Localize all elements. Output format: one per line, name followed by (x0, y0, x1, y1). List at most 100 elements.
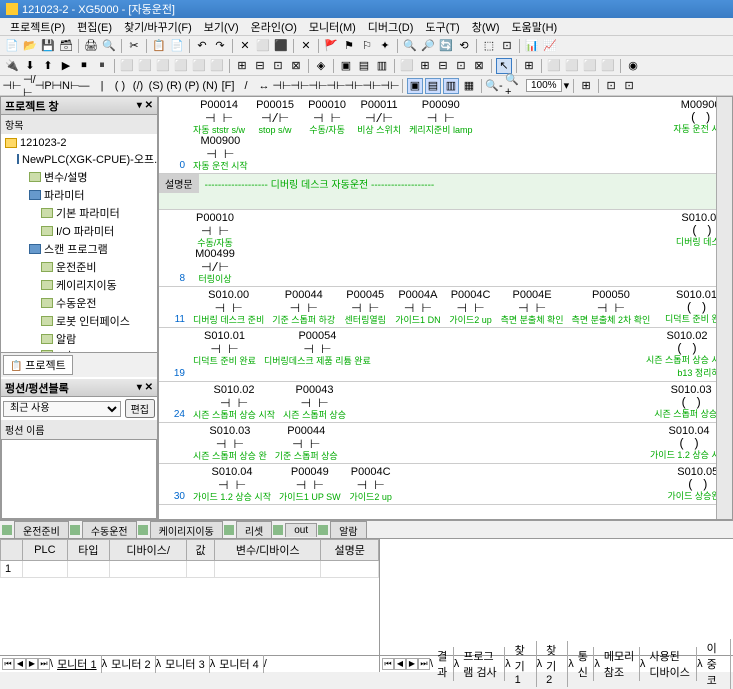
ladder-rung[interactable]: 30S010.04⊣ ⊢가이드 1.2 상승 시작P00049⊣ ⊢가이드1 U… (159, 464, 732, 505)
tree-item[interactable]: 로봇 인터페이스 (3, 312, 155, 330)
star-icon[interactable]: ✦ (377, 38, 393, 54)
menu-help[interactable]: 도움말(H) (506, 17, 564, 37)
print-icon[interactable]: 🖨 (83, 38, 99, 54)
view-icon[interactable]: ▦ (461, 78, 477, 94)
doc-tab[interactable]: 알람 (330, 521, 366, 539)
doc-tab[interactable]: 수동운전 (82, 521, 137, 539)
ladder-rung[interactable]: 설명문------------------- 디버링 데스크 자동운전 ----… (159, 174, 732, 210)
menu-project[interactable]: 프로젝트(P) (4, 17, 71, 37)
tool-icon[interactable]: ⊣⊢ (364, 78, 380, 94)
result-tab[interactable]: 이중 코 (703, 639, 731, 689)
ladder-rung[interactable]: 11S010.00⊣ ⊢디버링 데스크 준비P00044⊣ ⊢기준 스톱퍼 하강… (159, 287, 732, 328)
contact[interactable]: P00044⊣ ⊢기준 스톱퍼 하강 (272, 289, 335, 325)
tool-icon[interactable]: ⊣⊢ (382, 78, 398, 94)
ladder-rung[interactable]: S010.03⊣ ⊢시즌 스톱퍼 상승 완P00044⊣ ⊢기준 스톱퍼 상승S… (159, 423, 732, 464)
contact[interactable]: P00090⊣ ⊢케리지준비 lamp (409, 99, 472, 135)
contact[interactable]: P00045⊣ ⊢센터링열림 (343, 289, 387, 325)
cursor-icon[interactable]: ↖ (496, 58, 512, 74)
zoom-out-icon[interactable]: 🔍- (486, 78, 502, 94)
not-icon[interactable]: / (238, 78, 254, 94)
edit-button[interactable]: 편집 (125, 399, 155, 418)
undo-icon[interactable]: ↶ (194, 38, 210, 54)
tool-icon[interactable]: ⊟ (252, 58, 268, 74)
ladder-rung[interactable]: 8P00010⊣ ⊢수동/자동S010.00( )디버링 데스크M00499⊣/… (159, 210, 732, 287)
tool-icon[interactable]: 📈 (542, 38, 558, 54)
contact[interactable]: P00044⊣ ⊢기준 스톱퍼 상승 (275, 425, 338, 461)
tool-icon[interactable]: ▣ (338, 58, 354, 74)
tool-icon[interactable]: ⊣⊢ (292, 78, 308, 94)
contact[interactable]: P0004C⊣ ⊢가이드2 up (449, 289, 493, 325)
tree-item[interactable]: 수동운전 (3, 294, 155, 312)
tool-icon[interactable]: ⬜ (119, 58, 135, 74)
tool-icon[interactable]: ⬜ (173, 58, 189, 74)
tool-icon[interactable]: ⬜ (255, 38, 271, 54)
saveall-icon[interactable]: 🗃 (58, 38, 74, 54)
contact[interactable]: P00010⊣ ⊢수동/자동 (193, 212, 237, 248)
menu-find[interactable]: 찾기/바꾸기(F) (118, 17, 198, 37)
contact[interactable]: S010.03⊣ ⊢시즌 스톱퍼 상승 완 (193, 425, 267, 461)
table-header[interactable]: 변수/디바이스 (215, 540, 321, 561)
project-tab[interactable]: 📋 프로젝트 (3, 355, 73, 375)
upload-icon[interactable]: ⬆ (40, 58, 56, 74)
tool-icon[interactable]: ⊞ (578, 78, 594, 94)
tree-item[interactable]: 알람 (3, 330, 155, 348)
tab-first-icon[interactable]: ⏮ (382, 658, 394, 670)
result-tab[interactable]: 통신 (574, 647, 595, 681)
find-icon[interactable]: 🔍 (402, 38, 418, 54)
contact[interactable]: S010.00⊣ ⊢디버링 데스크 준비 (193, 289, 264, 325)
scrollbar-vertical[interactable] (716, 97, 732, 519)
menu-window[interactable]: 창(W) (466, 17, 506, 37)
view-icon[interactable]: ▣ (407, 78, 423, 94)
ext-icon[interactable]: ↔ (256, 78, 272, 94)
monitor-tab[interactable]: 모니터 4 (215, 655, 264, 673)
tree-item[interactable]: I/O 파라미터 (3, 222, 155, 240)
doc-tab[interactable]: 운전준비 (14, 521, 69, 539)
open-icon[interactable]: 📂 (22, 38, 38, 54)
window-icon[interactable]: ⊟ (435, 58, 451, 74)
menu-debug[interactable]: 디버그(D) (362, 17, 420, 37)
ladder-rung[interactable]: 19S010.01⊣ ⊢디덕트 준비 완료P00054⊣ ⊢디버링데스크 제품 … (159, 328, 732, 382)
doc-tab[interactable]: out (285, 523, 317, 537)
tool-icon[interactable]: ⬚ (481, 38, 497, 54)
contact-branch[interactable]: M00499⊣/⊢터링이상 (193, 248, 237, 284)
doc-tab[interactable]: 리셋 (236, 521, 272, 539)
contact-n-icon[interactable]: ⊣N⊢ (58, 78, 74, 94)
tree-item[interactable]: 변수/설명 (3, 168, 155, 186)
view-icon[interactable]: ▥ (443, 78, 459, 94)
ladder-editor[interactable]: 0P00014⊣ ⊢자동 ststr s/wP00015⊣/⊢stop s/wP… (158, 96, 733, 520)
hline-icon[interactable]: — (76, 78, 92, 94)
table-header[interactable]: 디바이스/ (110, 540, 187, 561)
flag-icon[interactable]: ⚐ (359, 38, 375, 54)
coil-r-icon[interactable]: (R) (166, 78, 182, 94)
result-tab[interactable]: 찾기 1 (511, 641, 537, 687)
tool-icon[interactable]: ◉ (625, 58, 641, 74)
tool-icon[interactable]: ⊣⊢ (346, 78, 362, 94)
function-list[interactable] (1, 439, 157, 519)
contact[interactable]: S010.02⊣ ⊢시즌 스톱퍼 상승 시작 (193, 384, 275, 420)
func-icon[interactable]: [F] (220, 78, 236, 94)
tool-icon[interactable]: ⬜ (209, 58, 225, 74)
tree-item[interactable]: NewPLC(XGK-CPUE)-오프... (3, 150, 155, 168)
tab-next-icon[interactable]: ▶ (406, 658, 418, 670)
replace-icon[interactable]: 🔄 (438, 38, 454, 54)
contact[interactable]: P00015⊣/⊢stop s/w (253, 99, 297, 135)
contact[interactable]: P00049⊣ ⊢가이드1 UP SW (279, 466, 341, 502)
tab-prev-icon[interactable]: ◀ (394, 658, 406, 670)
contact[interactable]: P00011⊣/⊢비상 스위치 (357, 99, 401, 135)
table-header[interactable]: 타입 (67, 540, 110, 561)
tab-next-icon[interactable]: ▶ (26, 658, 38, 670)
contact[interactable]: P0004C⊣ ⊢가이드2 up (349, 466, 393, 502)
new-icon[interactable]: 📄 (4, 38, 20, 54)
coil-nc-icon[interactable]: (/) (130, 78, 146, 94)
contact[interactable]: P00014⊣ ⊢자동 ststr s/w (193, 99, 245, 135)
flag-icon[interactable]: ⚑ (341, 38, 357, 54)
tool-icon[interactable]: ⊡ (621, 78, 637, 94)
contact[interactable]: P00054⊣ ⊢디버링데스크 제품 리튬 완료 (264, 330, 371, 366)
tab-first-icon[interactable]: ⏮ (2, 658, 14, 670)
zoom-dropdown-icon[interactable]: ▾ (564, 79, 570, 92)
tree-item[interactable]: 케이리지이동 (3, 276, 155, 294)
zoom-level[interactable]: 100% (526, 79, 562, 92)
tree-item[interactable]: 운전준비 (3, 258, 155, 276)
stop-icon[interactable]: ⏹ (76, 58, 92, 74)
result-tab[interactable]: 프로그램 검사 (459, 647, 505, 681)
